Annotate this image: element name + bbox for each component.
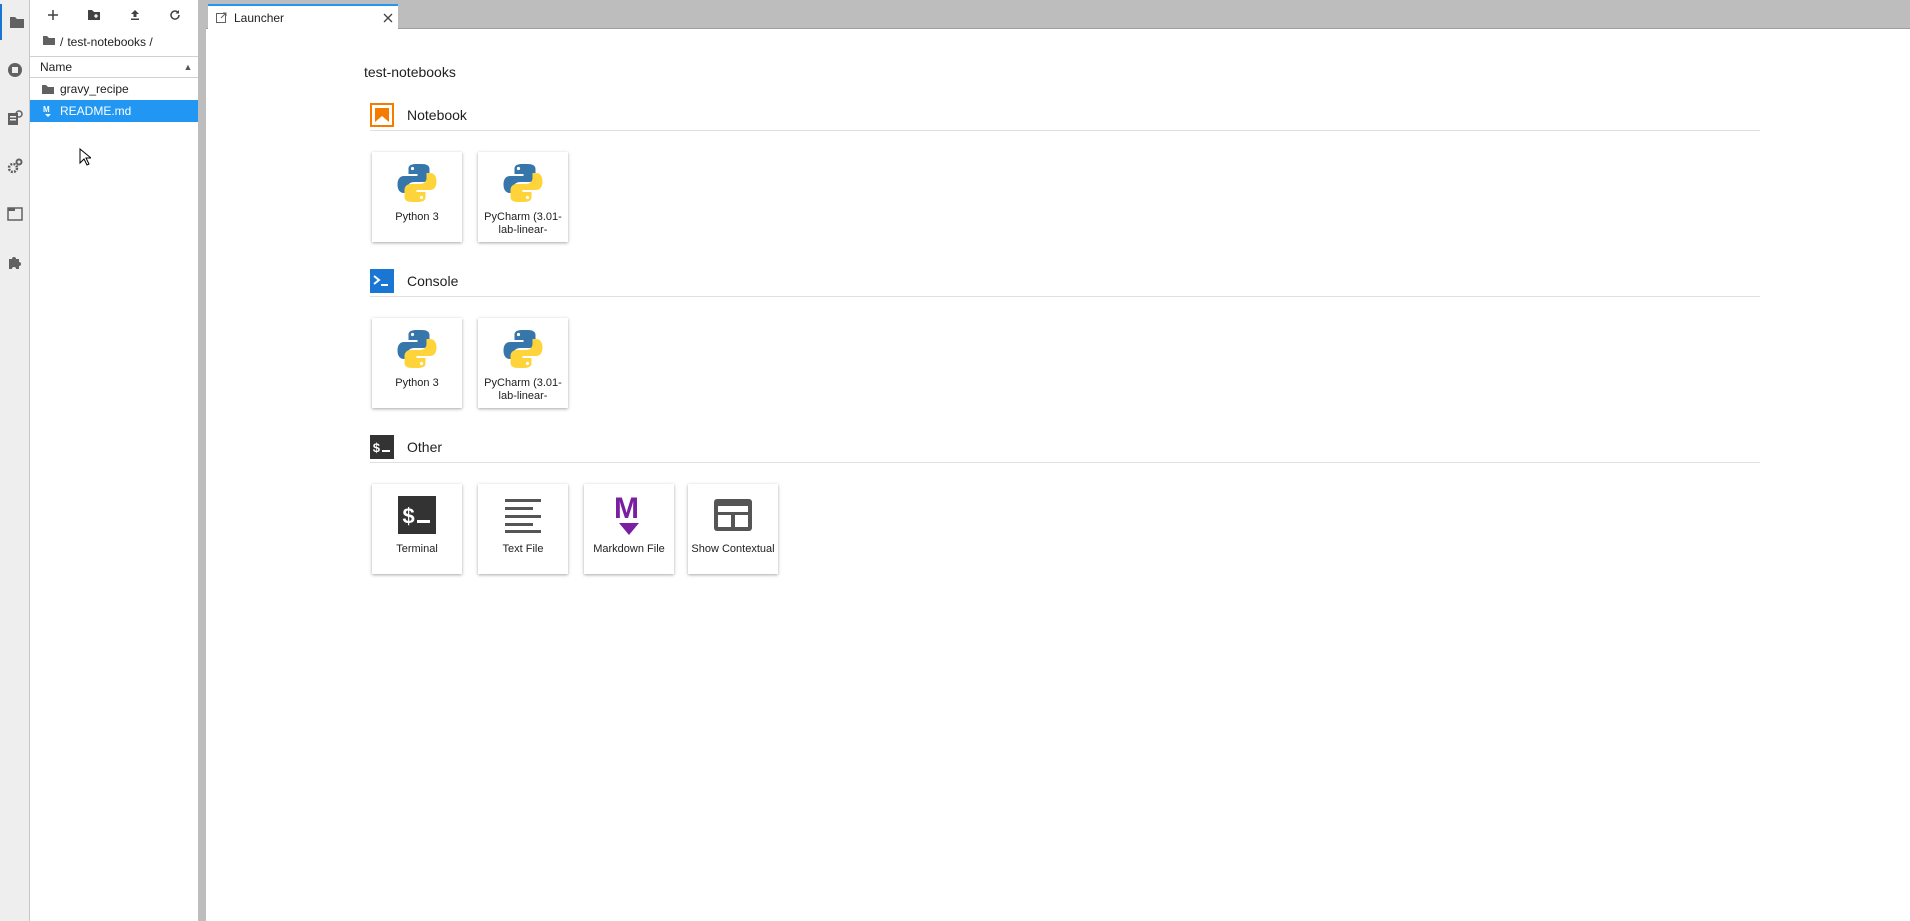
contextual-help-icon [707, 492, 759, 538]
file-row-readme[interactable]: M README.md [30, 100, 198, 122]
breadcrumb: / test-notebooks / [42, 33, 153, 51]
file-name: README.md [60, 104, 132, 118]
console-section-header: Console [370, 266, 1760, 297]
python-icon [391, 160, 443, 206]
extension-manager-tab[interactable] [0, 244, 29, 280]
section-title: Other [407, 439, 443, 455]
file-browser-panel: / test-notebooks / Name ▲ gravy_recipe M… [30, 0, 198, 921]
markdown-icon: M [36, 104, 60, 118]
name-column-header[interactable]: Name [30, 60, 178, 74]
card-label: Show Contextual [691, 543, 775, 555]
card-label: PyCharm (3.01-lab-linear- [484, 377, 562, 402]
notebook-python3-card[interactable]: Python 3 [372, 152, 462, 242]
file-browser-tab[interactable] [0, 4, 31, 40]
property-inspector-tab[interactable] [0, 148, 29, 184]
notebook-section-header: Notebook [370, 100, 1760, 131]
launcher-icon [216, 12, 228, 23]
console-pycharm-card[interactable]: PyCharm (3.01-lab-linear- [478, 318, 568, 408]
console-python3-card[interactable]: Python 3 [372, 318, 462, 408]
notebook-icon [370, 103, 394, 127]
refresh-button[interactable] [163, 5, 187, 25]
console-icon [370, 269, 394, 293]
python-icon [497, 326, 549, 372]
card-label: Text File [502, 543, 544, 555]
upload-button[interactable] [123, 5, 147, 25]
home-folder-icon[interactable] [42, 35, 56, 49]
svg-text:$: $ [373, 441, 381, 456]
python-icon [497, 160, 549, 206]
panel-splitter[interactable] [198, 0, 206, 921]
section-title: Notebook [407, 107, 467, 123]
launcher-panel: test-notebooks Notebook Python 3 PyCharm… [206, 30, 1910, 921]
breadcrumb-folder[interactable]: test-notebooks / [67, 35, 152, 49]
new-launcher-button[interactable] [41, 5, 65, 25]
file-row-gravy-recipe[interactable]: gravy_recipe [30, 78, 198, 100]
new-folder-button[interactable] [82, 5, 106, 25]
sort-ascending-icon[interactable]: ▲ [178, 62, 198, 72]
terminal-card[interactable]: $ Terminal [372, 484, 462, 574]
card-label: Python 3 [395, 377, 439, 389]
command-palette-icon [7, 110, 23, 125]
file-name: gravy_recipe [60, 82, 129, 96]
text-file-card[interactable]: Text File [478, 484, 568, 574]
gears-icon [7, 158, 22, 174]
svg-text:M: M [614, 493, 639, 525]
open-tabs-tab[interactable] [0, 196, 29, 232]
file-browser-toolbar [30, 0, 198, 30]
svg-text:M: M [43, 105, 50, 114]
notebook-pycharm-card[interactable]: PyCharm (3.01-lab-linear- [478, 152, 568, 242]
markdown-icon: M [603, 492, 655, 538]
card-label: PyCharm (3.01-lab-linear- [484, 211, 562, 236]
tab-label: Launcher [234, 10, 285, 25]
card-label: Markdown File [593, 543, 665, 555]
upload-icon [131, 10, 139, 20]
card-label: Python 3 [395, 211, 439, 223]
folder-icon [9, 17, 24, 28]
commands-tab[interactable] [0, 100, 29, 136]
new-folder-icon [88, 10, 100, 20]
mouse-cursor [79, 147, 93, 171]
running-sessions-tab[interactable] [0, 52, 29, 88]
folder-icon [36, 84, 60, 95]
stop-circle-icon [7, 63, 22, 77]
tab-icon [6, 207, 23, 221]
terminal-icon: $ [391, 492, 443, 538]
other-section-header: $ Other [370, 432, 1760, 463]
section-title: Console [407, 273, 459, 289]
python-icon [391, 326, 443, 372]
card-label: Terminal [396, 543, 438, 555]
show-contextual-help-card[interactable]: Show Contextual [688, 484, 778, 574]
svg-text:$: $ [402, 505, 415, 530]
close-icon[interactable] [378, 13, 398, 23]
launcher-cwd: test-notebooks [364, 64, 456, 80]
markdown-file-card[interactable]: M Markdown File [584, 484, 674, 574]
listing-header: Name ▲ [30, 56, 198, 78]
puzzle-icon [8, 257, 21, 269]
text-file-icon [497, 492, 549, 538]
tab-bar: Launcher [206, 0, 1910, 29]
breadcrumb-separator: / [60, 35, 64, 49]
tab-launcher[interactable]: Launcher [208, 4, 398, 29]
terminal-icon: $ [370, 435, 394, 459]
plus-icon [48, 10, 58, 20]
refresh-icon [170, 10, 180, 20]
activity-bar [0, 0, 30, 921]
